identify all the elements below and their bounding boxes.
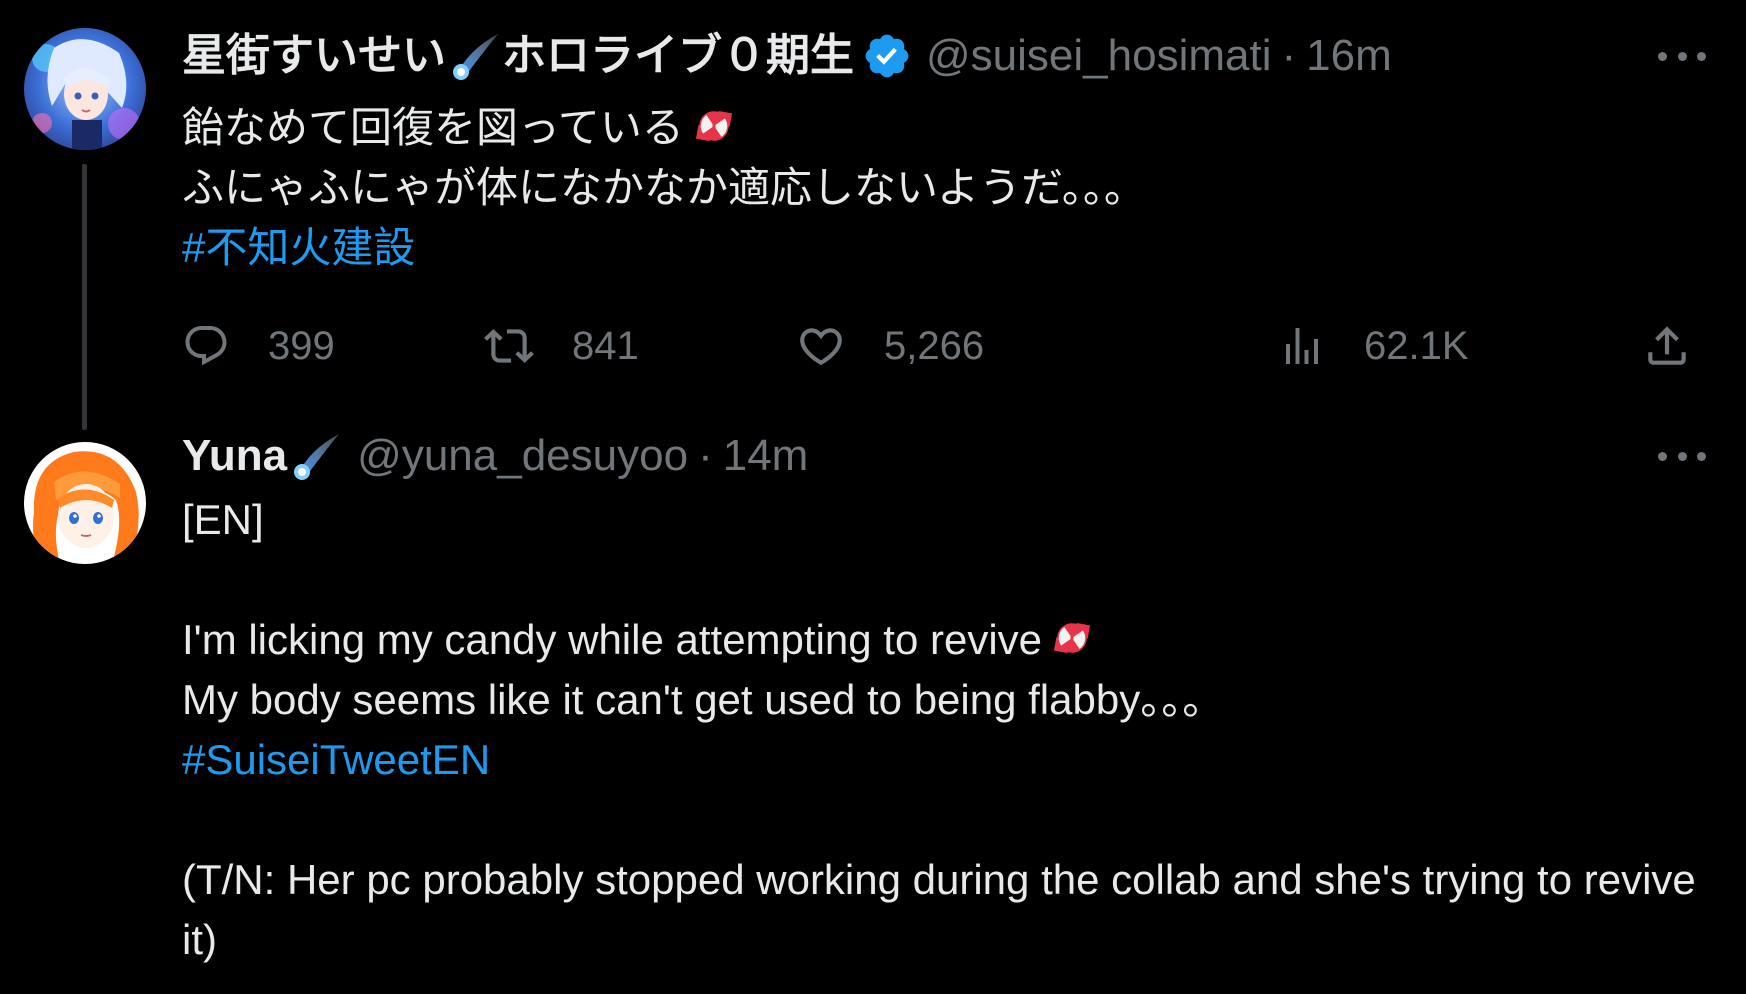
timestamp[interactable]: 14m — [723, 428, 809, 484]
views-count: 62.1K — [1364, 323, 1469, 368]
retweet-count: 841 — [572, 323, 639, 368]
reply-button[interactable]: 399 — [182, 318, 335, 374]
heart-icon — [800, 328, 842, 366]
views-chart-icon — [1286, 328, 1318, 364]
retweet-icon — [484, 329, 534, 363]
avatar[interactable] — [24, 28, 146, 150]
verified-badge-icon — [862, 31, 912, 81]
tweet-line: ふにゃふにゃが体になかなか適応しないようだ。。。 — [182, 164, 1146, 211]
views-button[interactable]: 62.1K — [1278, 318, 1469, 374]
tweet-text: [EN] I'm licking my candy while attempti… — [182, 490, 1712, 970]
translator-note: (T/N: Her pc probably stopped working du… — [182, 856, 1696, 963]
tweet-header: 星街すいせい ホロライブ０期生 @suisei_hosimati · 16m — [182, 28, 1392, 84]
share-icon — [1648, 326, 1686, 365]
separator-dot: · — [1281, 31, 1297, 80]
hashtag-link[interactable]: #SuiseiTweetEN — [182, 730, 1712, 790]
comet-emoji — [291, 430, 343, 482]
separator-dot: · — [698, 431, 713, 480]
thread-connector-line — [82, 164, 87, 430]
candy-emoji — [688, 100, 740, 152]
handle[interactable]: @yuna_desuyoo — [357, 428, 688, 484]
display-name-suffix[interactable]: ホロライブ０期生 — [502, 28, 854, 84]
like-count: 5,266 — [884, 323, 985, 368]
comet-emoji — [450, 30, 502, 82]
avatar[interactable] — [24, 442, 146, 564]
tweet-actions: 399 841 5,266 62.1K — [182, 318, 1692, 374]
tweet-line: 飴なめて回復を図っている — [182, 98, 1712, 158]
tweet-header: Yuna @yuna_desuyoo · 14m — [182, 428, 808, 484]
handle[interactable]: @suisei_hosimati — [926, 28, 1271, 84]
tweet-suisei[interactable]: 星街すいせい ホロライブ０期生 @suisei_hosimati · 16m 飴… — [0, 0, 1746, 430]
tweet-line: My body seems like it can't get used to … — [182, 676, 1225, 723]
like-button[interactable]: 5,266 — [796, 318, 984, 374]
reply-icon — [185, 326, 227, 366]
tweet-line: I'm licking my candy while attempting to… — [182, 610, 1712, 670]
tweet-line: [EN] — [182, 496, 264, 543]
timestamp[interactable]: 16m — [1306, 28, 1392, 84]
more-horizontal-icon[interactable] — [1658, 46, 1706, 66]
display-name[interactable]: Yuna — [182, 428, 287, 484]
share-button[interactable] — [1642, 318, 1692, 374]
tweet-yuna[interactable]: Yuna @yuna_desuyoo · 14m [EN] I'm lickin… — [0, 430, 1746, 994]
retweet-button[interactable]: 841 — [484, 318, 639, 374]
display-name[interactable]: 星街すいせい — [182, 28, 446, 84]
more-horizontal-icon[interactable] — [1658, 446, 1706, 466]
tweet-text: 飴なめて回復を図っている ふにゃふにゃが体になかなか適応しないようだ。。。 #不… — [182, 98, 1712, 278]
hashtag-link[interactable]: #不知火建設 — [182, 218, 1712, 278]
candy-emoji — [1046, 612, 1098, 664]
reply-count: 399 — [268, 323, 335, 368]
